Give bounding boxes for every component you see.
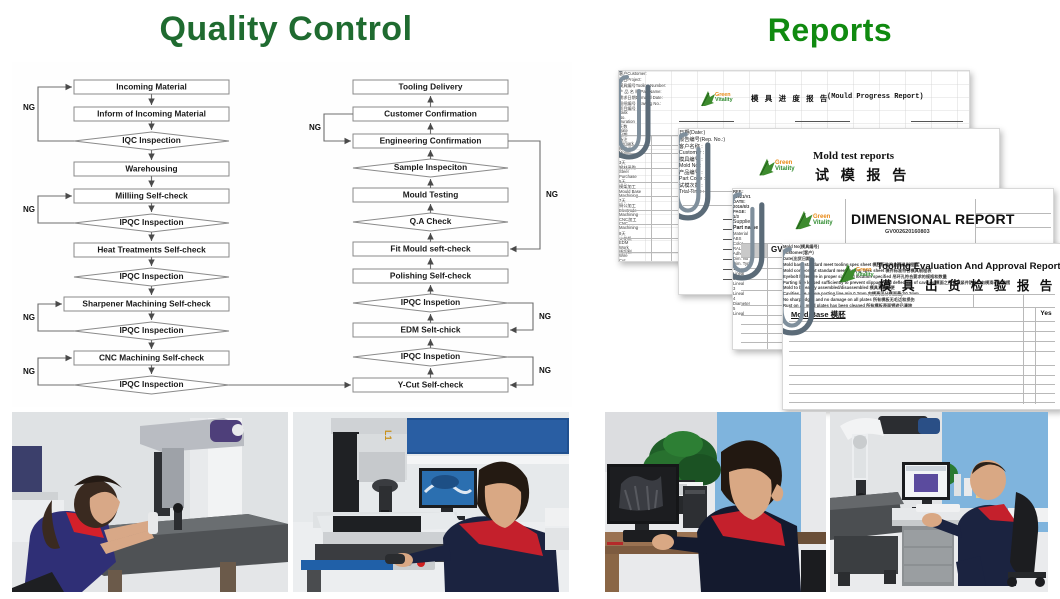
logo-word-vitality: Vitality [813, 220, 833, 226]
page-title-quality-control: Quality Control [159, 10, 413, 48]
reports-document-stack: Green Vitality 模 具 进 度 报 告 (Mould Progre… [600, 58, 1060, 410]
flow-node-label: Engineering Confirmation [380, 136, 482, 146]
flow-node-label: IPQC Inspetion [401, 351, 460, 361]
flow-node-label: IPQC Inspection [119, 325, 183, 335]
photo-cmm-operator-female[interactable] [12, 412, 288, 592]
document-title-en: Tooling Evaluation And Approval Report [877, 261, 1060, 272]
flow-node-label: Fit Mould seft-check [390, 244, 471, 254]
flow-node-label: Y-Cut Self-check [398, 380, 464, 390]
flow-node-label: Customer Confirmation [384, 109, 477, 119]
flow-ng-label: NG [309, 123, 321, 132]
facility-photo-strip: L1 [12, 412, 1048, 592]
paperclip-icon [679, 132, 711, 221]
flow-node-label: Warehousing [125, 164, 177, 174]
paperclip-icon [733, 192, 765, 281]
doc2-header-date: 日期(Date:) [679, 130, 706, 136]
flow-node-label: Inform of Incoming Material [97, 109, 206, 119]
document-title-cn: 模 具 出 货 检 验 报 告 [879, 279, 1056, 293]
photo-scene [830, 412, 1048, 592]
flow-node-label: Incoming Material [116, 82, 187, 92]
logo-word-vitality: Vitality [856, 272, 874, 279]
document-title-en: Mold test reports [813, 150, 895, 162]
flow-node-label: Milliing Self-check [115, 191, 188, 201]
photo-vision-measuring-machine[interactable]: L1 [293, 412, 569, 592]
document-title-en: (Mould Progress Report) [827, 93, 924, 101]
photo-scene [12, 412, 288, 592]
green-vitality-logo: Green Vitality [699, 90, 747, 107]
flow-node-label: IPQC Inspection [119, 271, 183, 281]
flow-node-label: Sharpener Machining Self-check [82, 299, 211, 309]
flow-ng-label: NG [23, 367, 35, 376]
green-vitality-logo: Green Vitality [757, 157, 809, 177]
photo-cmm-room-operator[interactable] [830, 412, 1048, 592]
logo-word-vitality: Vitality [715, 97, 733, 104]
flow-ng-label: NG [23, 103, 35, 112]
flow-node-label: Mould Testing [403, 190, 459, 200]
flow-ng-label: NG [546, 190, 558, 199]
leaf-icon [759, 158, 775, 176]
quality-control-flowchart: Incoming Material Inform of Incoming Mat… [12, 62, 572, 407]
doc2-header-repno: 报告编号(Rep. No.:) [679, 137, 726, 143]
flow-node-label: IQC Inspection [122, 135, 181, 145]
document-tooling-evaluation-report[interactable]: Green Vitality Tooling Evaluation And Ap… [782, 243, 1060, 410]
flow-node-label: Sample Inspeciton [394, 162, 467, 172]
photo-scene: L1 [293, 412, 569, 592]
page-title-reports: Reports [767, 12, 893, 48]
doc2-field: 客户名称 : [679, 144, 703, 150]
svg-text:L1: L1 [383, 430, 393, 441]
flow-node-label: IPQC Inspection [119, 217, 183, 227]
photo-scene [605, 412, 826, 592]
flow-node-label: Tooling Delivery [399, 82, 463, 92]
flow-node-label: Q.A Check [410, 216, 452, 226]
doc4-yes-column-header: Yes [1040, 310, 1052, 317]
flow-node-label: IPQC Inspetion [401, 297, 460, 307]
quality-control-page: Quality Control Reports Incoming Materia… [0, 0, 1060, 599]
flow-node-label: EDM Selt-chick [401, 325, 461, 335]
flow-node-label: CNC Machining Self-check [99, 353, 204, 363]
paperclip-icon [783, 247, 815, 336]
flow-node-label: IPQC Inspection [119, 379, 183, 389]
document-title-cn: 试 模 报 告 [815, 167, 911, 183]
green-vitality-logo: Green Vitality [793, 209, 845, 231]
flow-node-label: Heat Treatments Self-check [97, 245, 206, 255]
logo-word-vitality: Vitality [775, 166, 795, 172]
flow-ng-label: NG [539, 366, 551, 375]
photo-cad-workstation[interactable] [605, 412, 826, 592]
flow-ng-label: NG [23, 205, 35, 214]
paperclip-icon [619, 71, 651, 160]
flow-node-label: Polishing Self-check [390, 271, 472, 281]
document-title-cn: 模 具 进 度 报 告 [751, 94, 830, 103]
leaf-icon [795, 210, 813, 230]
flow-ng-label: NG [23, 313, 35, 322]
flow-ng-label: NG [539, 312, 551, 321]
document-doc-number: GV002620160803 [885, 229, 930, 235]
